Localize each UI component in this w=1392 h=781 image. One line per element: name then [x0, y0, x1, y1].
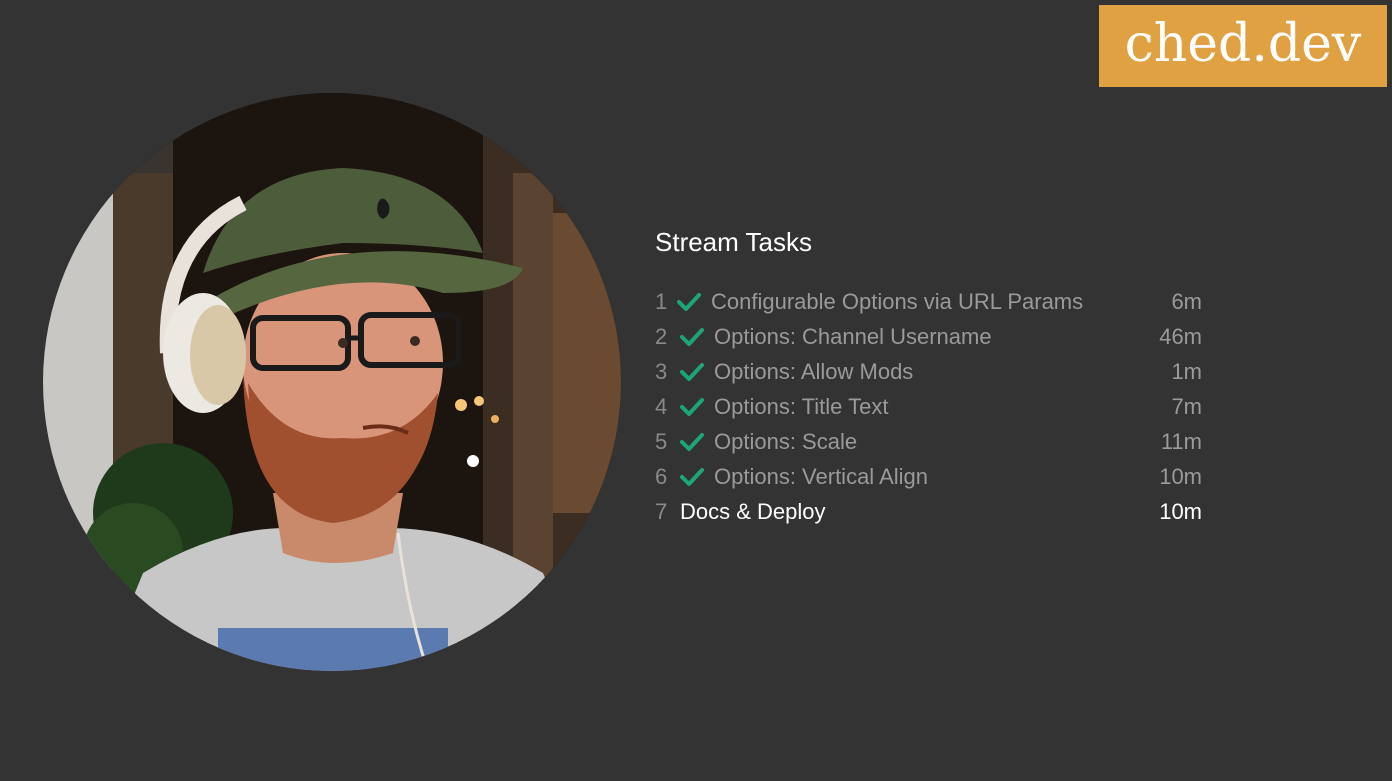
task-time: 46m — [1159, 323, 1202, 349]
task-number: 1 — [655, 288, 668, 314]
brand-logo: ched.dev — [1099, 5, 1387, 87]
check-icon — [680, 395, 714, 419]
webcam-feed — [43, 93, 621, 671]
task-item: 4 Options: Title Text 7m — [655, 389, 1215, 424]
webcam-illustration — [43, 93, 621, 671]
task-list: 1 Configurable Options via URL Params 6m… — [655, 284, 1215, 529]
task-number: 2 — [655, 323, 668, 349]
task-time: 1m — [1171, 358, 1202, 384]
task-time: 6m — [1171, 288, 1202, 314]
task-number: 6 — [655, 463, 668, 489]
task-title: Options: Title Text — [714, 393, 889, 419]
task-title: Options: Allow Mods — [714, 358, 914, 384]
task-title: Options: Scale — [714, 428, 858, 454]
check-icon — [680, 465, 714, 489]
task-title: Docs & Deploy — [680, 498, 826, 524]
task-time: 10m — [1159, 463, 1202, 489]
logo-text: ched.dev — [1124, 14, 1362, 74]
check-icon — [680, 360, 714, 384]
task-item: 6 Options: Vertical Align 10m — [655, 459, 1215, 494]
check-icon — [680, 325, 714, 349]
task-title: Configurable Options via URL Params — [711, 288, 1084, 314]
task-item: 2 Options: Channel Username 46m — [655, 319, 1215, 354]
task-title: Options: Channel Username — [714, 323, 992, 349]
stream-tasks-panel: Stream Tasks 1 Configurable Options via … — [655, 226, 1215, 529]
task-time: 11m — [1160, 428, 1202, 454]
task-number: 5 — [655, 428, 668, 454]
task-number: 7 — [655, 498, 668, 524]
check-icon — [680, 430, 714, 454]
task-item-current: 7 Docs & Deploy 10m — [655, 494, 1215, 529]
task-item: 5 Options: Scale 11m — [655, 424, 1215, 459]
stream-tasks-title: Stream Tasks — [655, 227, 813, 257]
task-time: 10m — [1159, 498, 1202, 524]
task-number: 4 — [655, 393, 668, 419]
check-icon — [677, 290, 711, 314]
task-title: Options: Vertical Align — [714, 463, 929, 489]
task-item: 1 Configurable Options via URL Params 6m — [655, 284, 1215, 319]
task-time: 7m — [1171, 393, 1202, 419]
task-number: 3 — [655, 358, 668, 384]
stream-overlay: ched.dev Stream Tasks 1 Configurable Opt… — [0, 0, 1392, 781]
task-item: 3 Options: Allow Mods 1m — [655, 354, 1215, 389]
